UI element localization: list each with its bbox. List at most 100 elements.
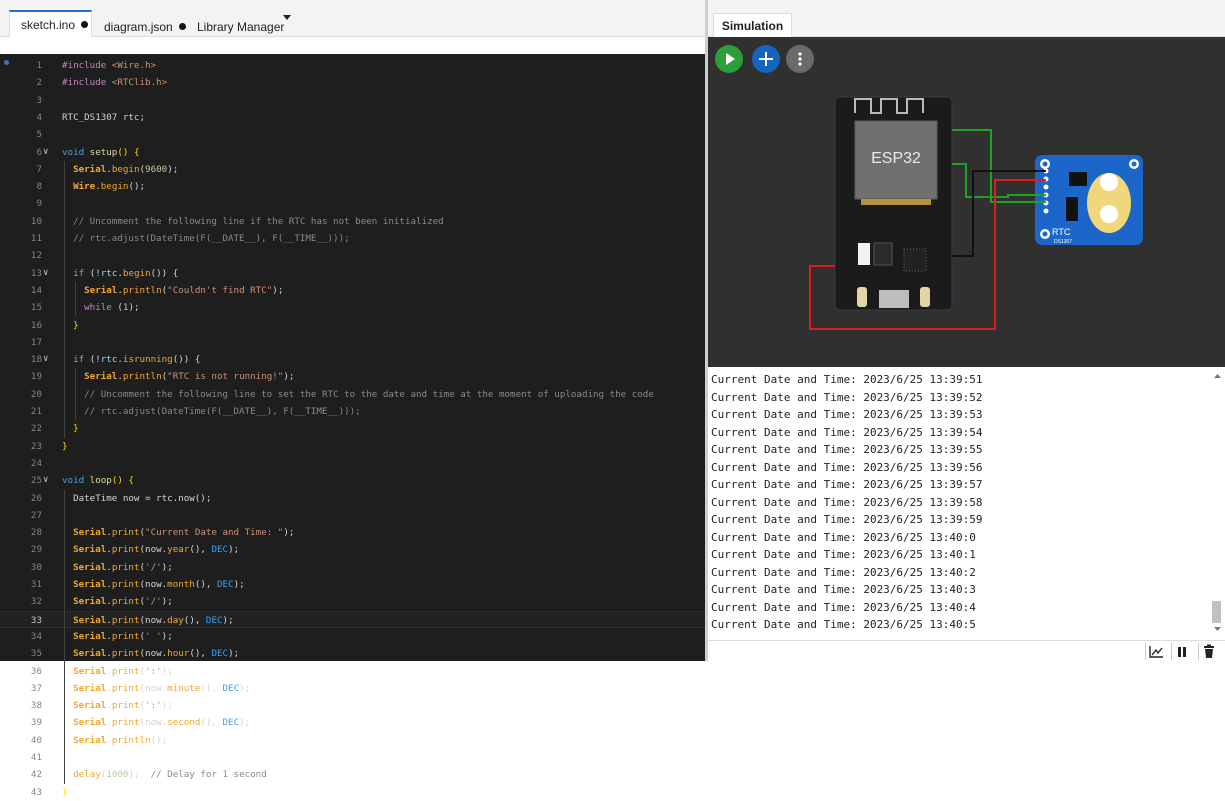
line-number: 21 <box>30 406 42 417</box>
code-line[interactable]: 39 Serial.print(now.second(), DEC); <box>0 714 705 731</box>
serial-line: Current Date and Time: 2023/6/25 13:40:2 <box>711 565 976 579</box>
code-line[interactable]: 41 <box>0 749 705 766</box>
line-number: 6 <box>36 146 42 158</box>
code-token: Serial <box>84 284 118 296</box>
code-line[interactable]: 16 } <box>0 317 705 334</box>
serial-line: Current Date and Time: 2023/6/25 13:40:0 <box>711 530 976 544</box>
rtc-ds1307-module[interactable]: RTC DS1307 <box>1035 155 1143 245</box>
line-number: 17 <box>30 336 42 348</box>
code-token: print <box>111 561 140 573</box>
serial-monitor[interactable]: Current Date and Time: 2023/6/25 13:39:5… <box>708 369 1225 640</box>
code-line[interactable]: 24 <box>0 455 705 472</box>
code-line[interactable]: 1 #include <Wire.h> <box>0 57 705 74</box>
code-line[interactable]: 34 Serial.print(' '); <box>0 628 705 645</box>
scrollbar-thumb[interactable] <box>1212 601 1221 623</box>
clear-button[interactable] <box>1198 643 1218 660</box>
esp32-board[interactable]: ESP32 <box>834 96 953 311</box>
code-line[interactable]: 20 // Uncomment the following line to se… <box>0 386 705 403</box>
code-token: print <box>111 682 140 694</box>
code-line[interactable]: 21 // rtc.adjust(DateTime(F(__DATE__), F… <box>0 403 705 420</box>
fold-chevron-icon[interactable]: ∨ <box>43 144 48 161</box>
code-line[interactable]: 30 Serial.print('/'); <box>0 559 705 576</box>
tab-label: sketch.ino <box>21 18 76 32</box>
code-line[interactable]: 42 delay(1000); // Delay for 1 second <box>0 766 705 783</box>
code-token: ); <box>161 700 173 712</box>
code-line[interactable]: 35 Serial.print(now.hour(), DEC); <box>0 645 705 662</box>
code-text: Serial.print(now.second(), DEC); <box>62 714 250 731</box>
code-line[interactable]: 10 // Uncomment the following line if th… <box>0 213 705 230</box>
fold-chevron-icon[interactable]: ∨ <box>43 265 48 282</box>
tab-simulation[interactable]: Simulation <box>713 13 792 37</box>
code-token: year <box>167 544 190 556</box>
code-token: ); <box>128 769 151 781</box>
fold-chevron-icon[interactable]: ∨ <box>43 472 48 489</box>
code-token: ()) { <box>172 354 201 366</box>
code-line[interactable]: 36 Serial.print(':'); <box>0 663 705 680</box>
line-number: 18 <box>30 354 42 366</box>
code-editor[interactable]: sketch.ino diagram.json Library Manager … <box>0 0 705 798</box>
code-line[interactable]: 32 Serial.print('/'); <box>0 593 705 610</box>
code-token: print <box>111 648 140 660</box>
code-token: ); <box>222 614 234 626</box>
code-area[interactable]: 1 #include <Wire.h> 2 #include <RTClib.h> 3 4… <box>0 54 705 798</box>
code-line[interactable]: 11 // rtc.adjust(DateTime(F(__DATE__), F… <box>0 230 705 247</box>
line-number: 20 <box>30 388 42 400</box>
code-line[interactable]: 22 } <box>0 420 705 437</box>
code-line[interactable]: 14 Serial.println("Couldn't find RTC"); <box>0 282 705 299</box>
line-number: 42 <box>30 769 42 781</box>
code-line[interactable]: 43} <box>0 784 705 801</box>
code-line[interactable]: 7 Serial.begin(9600); <box>0 161 705 178</box>
code-line[interactable]: 26 DateTime now = rtc.now(); <box>0 490 705 507</box>
code-line[interactable]: 4 RTC_DS1307 rtc; <box>0 109 705 126</box>
simulation-canvas[interactable]: ESP32 RTC DS1307 <box>708 37 1225 367</box>
plotter-button[interactable] <box>1145 643 1165 660</box>
line-number: 16 <box>30 319 42 331</box>
code-line[interactable]: 13 ∨ if (!rtc.begin()) { <box>0 265 705 282</box>
code-line[interactable]: 40 Serial.println(); <box>0 732 705 749</box>
code-line[interactable]: 18 ∨ if (!rtc.isrunning()) { <box>0 351 705 368</box>
serial-line: Current Date and Time: 2023/6/25 13:40:3 <box>711 583 976 596</box>
code-line[interactable]: 6 ∨ void setup() { <box>0 144 705 161</box>
scrollbar[interactable] <box>1213 369 1222 640</box>
tab-sketch-ino[interactable]: sketch.ino <box>9 10 92 37</box>
code-token: ); <box>239 682 251 694</box>
code-text: Serial.print('/'); <box>62 593 173 610</box>
code-line[interactable]: 9 <box>0 195 705 212</box>
code-text: // Uncomment the following line to set t… <box>62 386 654 403</box>
editor-tab-bar: sketch.ino diagram.json Library Manager <box>0 0 705 37</box>
code-line[interactable]: 25 ∨ void loop() { <box>0 472 705 489</box>
code-line[interactable]: 5 <box>0 126 705 143</box>
code-token: } <box>62 440 68 452</box>
code-line[interactable]: 31 Serial.print(now.month(), DEC); <box>0 576 705 593</box>
code-line[interactable]: 2 #include <RTClib.h> <box>0 74 705 91</box>
code-token: Serial <box>73 579 107 590</box>
code-token: '/' <box>145 596 162 608</box>
line-number: 15 <box>30 302 42 314</box>
code-text: DateTime now = rtc.now(); <box>62 490 211 507</box>
code-token: Serial <box>84 371 118 383</box>
code-line[interactable]: 17 <box>0 334 705 351</box>
chevron-down-icon[interactable] <box>283 15 291 20</box>
code-line[interactable]: 19 Serial.println("RTC is not running!")… <box>0 368 705 385</box>
code-token: print <box>111 579 140 590</box>
line-number: 30 <box>30 561 42 573</box>
code-line[interactable]: 37 Serial.print(now.minute(), DEC); <box>0 680 705 697</box>
fold-chevron-icon[interactable]: ∨ <box>43 351 48 368</box>
code-token: print <box>111 717 140 729</box>
code-line[interactable]: 15 while (1); <box>0 299 705 316</box>
code-token: (), <box>189 648 212 660</box>
code-line[interactable]: 3 <box>0 92 705 109</box>
code-line[interactable]: 38 Serial.print(':'); <box>0 697 705 714</box>
code-line[interactable]: 12 <box>0 247 705 264</box>
code-token: // Uncomment the following line to set t… <box>84 388 654 400</box>
code-line[interactable]: 33 Serial.print(now.day(), DEC); <box>0 610 705 628</box>
code-line[interactable]: 28 Serial.print("Current Date and Time: … <box>0 524 705 541</box>
line-number: 38 <box>30 700 42 712</box>
code-line[interactable]: 27 <box>0 507 705 524</box>
code-token: if <box>73 354 90 366</box>
code-line[interactable]: 8 Wire.begin(); <box>0 178 705 195</box>
code-line[interactable]: 23} <box>0 438 705 455</box>
code-line[interactable]: 29 Serial.print(now.year(), DEC); <box>0 541 705 558</box>
pause-button[interactable] <box>1171 643 1191 660</box>
